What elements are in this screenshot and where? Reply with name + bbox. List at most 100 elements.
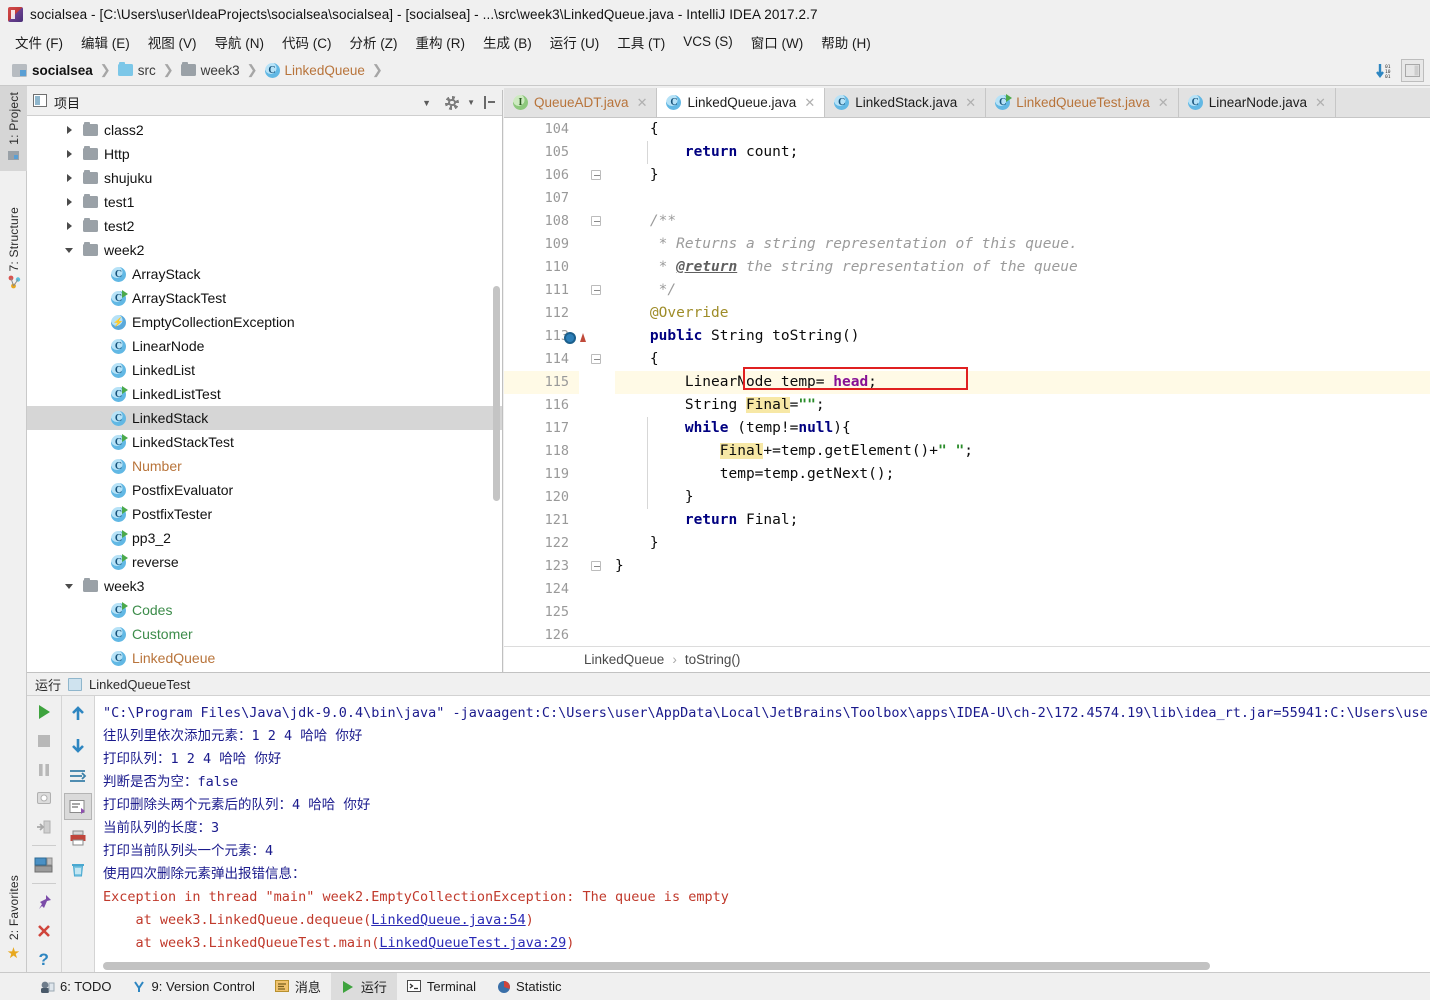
menu-run[interactable]: 运行 (U) [541,29,609,55]
tree-item[interactable]: C Codes [27,598,502,622]
tree-item[interactable]: Http [27,142,502,166]
gear-icon[interactable] [445,95,460,110]
exit-icon[interactable] [30,815,58,840]
close-icon[interactable]: ✕ [1315,95,1326,111]
status-item-version-control[interactable]: 9: Version Control [122,975,265,998]
tree-item[interactable]: C ArrayStack [27,262,502,286]
menu-code[interactable]: 代码 (C) [273,29,341,55]
tree-item[interactable]: Cpp3_2 [27,526,502,550]
chevron-down-icon[interactable]: ▼ [422,98,431,108]
chevron-right-icon[interactable] [66,150,72,158]
status-item-run[interactable]: 运行 [330,973,397,1000]
tree-item[interactable]: C Number [27,454,502,478]
code-line[interactable] [615,187,1430,210]
console-output[interactable]: "C:\Program Files\Java\jdk-9.0.4\bin\jav… [95,696,1430,972]
project-tree-scrollbar[interactable] [493,286,500,501]
project-tree[interactable]: class2 Http shujuku test1 test2 week2 C ArraySt… [27,116,502,672]
menu-navigate[interactable]: 导航 (N) [206,29,274,55]
code-line[interactable] [615,624,1430,646]
menu-refactor[interactable]: 重构 (R) [407,29,475,55]
code-line[interactable] [615,601,1430,624]
tree-item[interactable]: C PostfixTester [27,502,502,526]
tree-item[interactable]: C LinkedStackTest [27,430,502,454]
code-line[interactable]: @Override [615,302,1430,325]
code-line[interactable]: LinearNode temp= head; [615,371,1430,394]
sidebar-item-project[interactable]: 1: Project [0,86,27,171]
menu-file[interactable]: 文件 (F) [6,29,72,55]
chevron-right-icon[interactable] [66,222,72,230]
tree-item[interactable]: C LinkedQueue [27,646,502,670]
run-icon[interactable] [30,700,58,725]
tree-item[interactable]: test1 [27,190,502,214]
breadcrumb-item-src[interactable]: src [116,61,158,79]
code-editor[interactable]: 104 105 106 107 108 109 110 111 112 113 114 115 116 1… [504,118,1430,646]
trash-icon[interactable] [64,855,92,882]
tree-item[interactable]: Creverse [27,550,502,574]
fold-marker[interactable] [591,170,601,180]
menu-view[interactable]: 视图 (V) [139,29,206,55]
tab-linkedstack[interactable]: C LinkedStack.java ✕ [825,88,987,117]
chevron-right-icon[interactable] [66,198,72,206]
menu-help[interactable]: 帮助 (H) [812,29,880,55]
code-line[interactable]: public String toString() [615,325,1430,348]
stacktrace-link[interactable]: LinkedQueueTest.java:29 [379,935,566,951]
tree-item[interactable]: C LinkedListTest [27,382,502,406]
close-icon[interactable] [30,919,58,944]
code-line[interactable]: temp=temp.getNext(); [615,463,1430,486]
tree-item[interactable]: shujuku [27,166,502,190]
close-icon[interactable]: ✕ [965,95,976,111]
sidebar-item-favorites[interactable]: 2: Favorites ★ [0,869,27,968]
soft-wrap-icon[interactable] [64,762,92,789]
menu-edit[interactable]: 编辑 (E) [72,29,139,55]
status-item-terminal[interactable]: Terminal [397,975,486,998]
tab-linkedqueuetest[interactable]: C LinkedQueueTest.java ✕ [986,88,1179,117]
code-line[interactable]: { [615,118,1430,141]
run-config-name[interactable]: LinkedQueueTest [89,677,190,692]
menu-analyze[interactable]: 分析 (Z) [341,29,407,55]
tree-item[interactable]: C PostfixEvaluator [27,478,502,502]
code-line[interactable]: } [615,486,1430,509]
menu-build[interactable]: 生成 (B) [474,29,541,55]
code-line[interactable]: /** [615,210,1430,233]
chevron-down-icon[interactable] [65,247,73,253]
tree-item[interactable]: C ArrayStackTest [27,286,502,310]
tab-linkedqueue[interactable]: C LinkedQueue.java ✕ [657,88,826,117]
close-icon[interactable]: ✕ [804,95,815,111]
preview-panel-icon[interactable] [1401,59,1424,82]
code-line[interactable]: } [615,164,1430,187]
stacktrace-link[interactable]: LinkedQueue.java:54 [371,912,525,928]
status-item-statistic[interactable]: Statistic [486,975,572,998]
code-line[interactable]: */ [615,279,1430,302]
code-line[interactable]: * Returns a string representation of thi… [615,233,1430,256]
print-icon[interactable] [64,824,92,851]
close-icon[interactable]: ✕ [1158,95,1169,111]
tree-item[interactable]: ⚡ EmptyCollectionException [27,310,502,334]
breadcrumb-class[interactable]: LinkedQueue [584,652,664,667]
tree-item[interactable]: C LinkedList [27,358,502,382]
tree-item[interactable]: test2 [27,214,502,238]
fold-marker[interactable] [591,216,601,226]
override-method-icon[interactable] [564,332,586,346]
code-line[interactable]: { [615,348,1430,371]
tree-item[interactable]: week2 [27,238,502,262]
chevron-right-icon[interactable] [66,174,72,182]
tree-item[interactable]: week3 [27,574,502,598]
status-item-messages[interactable]: 消息 [265,973,331,1000]
pause-icon[interactable] [30,757,58,782]
fold-marker[interactable] [591,354,601,364]
menu-tools[interactable]: 工具 (T) [608,29,674,55]
down-arrow-icon[interactable] [64,731,92,758]
tree-item[interactable]: C Customer [27,622,502,646]
code-line[interactable]: Final+=temp.getElement()+" "; [615,440,1430,463]
code-line[interactable]: return Final; [615,509,1430,532]
code-line[interactable]: } [615,532,1430,555]
code-line[interactable]: } [615,555,1430,578]
close-icon[interactable]: ✕ [637,95,648,111]
code-folding-gutter[interactable] [579,118,615,646]
scroll-to-end-icon[interactable] [63,793,92,820]
up-arrow-icon[interactable] [64,700,92,727]
console-horizontal-scrollbar[interactable] [103,962,1210,970]
gear-chevron-icon[interactable]: ▼ [467,98,475,107]
stop-icon[interactable] [30,729,58,754]
code-line[interactable] [615,578,1430,601]
